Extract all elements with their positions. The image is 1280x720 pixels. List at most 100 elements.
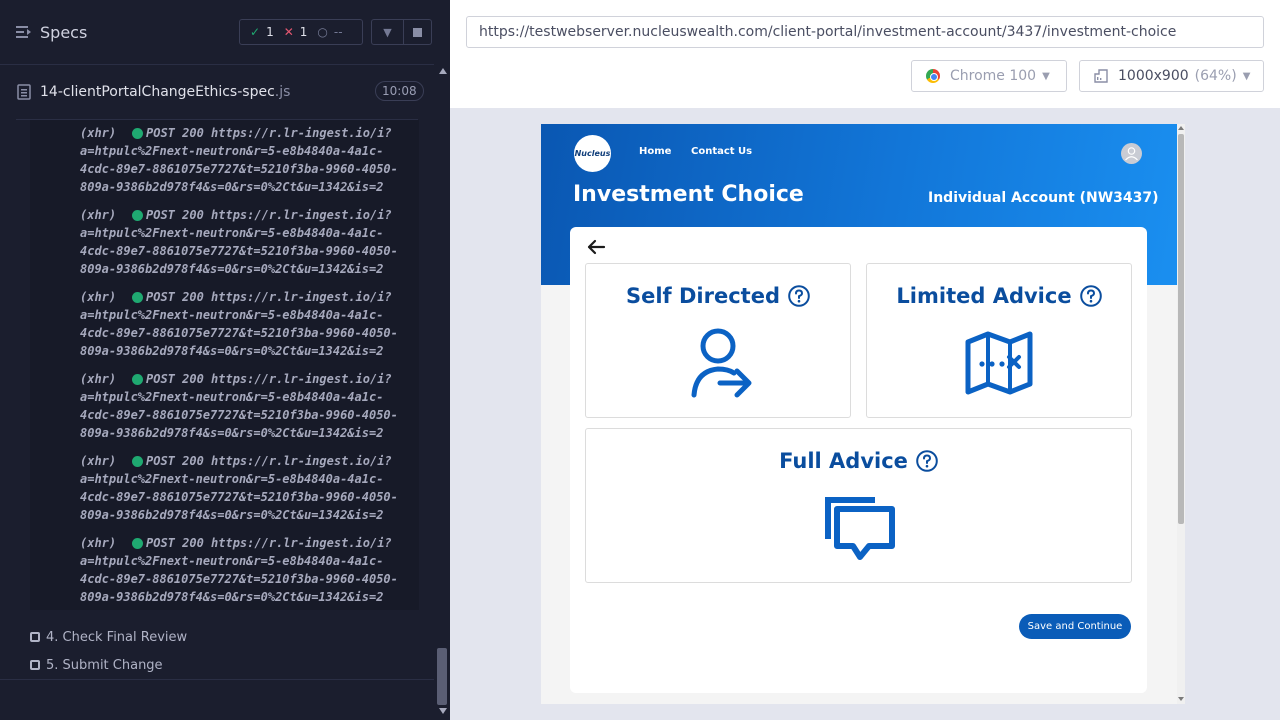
choice-card: Self Directed Limited Advice Full Advice… (570, 227, 1147, 693)
chevron-down-icon: ▼ (1242, 70, 1251, 82)
log-message: POST 200 https://r.lr-ingest.io/i? (146, 126, 392, 140)
account-name: Individual Account (NW3437) (928, 190, 1159, 206)
page-title: Investment Choice (573, 182, 804, 207)
log-message: POST 200 https://r.lr-ingest.io/i? (146, 372, 392, 386)
full-advice-option[interactable]: Full Advice (585, 428, 1132, 583)
log-message-line: a=htpulc%2Fnext-neutron&r=5-e8b4840a-4a1… (80, 226, 384, 240)
spec-file-extension: .js (274, 84, 291, 100)
step-checkbox-icon (30, 632, 40, 642)
command-log: (xhr) POST 200 https://r.lr-ingest.io/i?… (30, 120, 419, 610)
app-frame: Nucleus Home Contact Us Investment Choic… (541, 124, 1185, 704)
help-icon[interactable] (916, 450, 938, 472)
browser-selector[interactable]: Chrome 100 ▼ (911, 60, 1067, 92)
log-type: (xhr) (80, 208, 117, 222)
log-message-line: 809a-9386b2d978f4&s=0&rs=0%2Ct&u=1342&is… (80, 590, 384, 604)
url-bar[interactable]: https://testwebserver.nucleuswealth.com/… (466, 16, 1264, 48)
option-title: Self Directed (625, 284, 780, 308)
person-icon (1125, 147, 1138, 161)
chevron-down-icon: ▼ (1042, 70, 1050, 82)
viewport-selector[interactable]: 1000x900 (64%) ▼ (1079, 60, 1264, 92)
log-message-line: a=htpulc%2Fnext-neutron&r=5-e8b4840a-4a1… (80, 554, 384, 568)
help-icon[interactable] (1079, 285, 1102, 307)
log-message: POST 200 https://r.lr-ingest.io/i? (146, 208, 392, 222)
passed-count: ✓ 1 (250, 25, 274, 39)
status-dot (132, 210, 143, 221)
option-title: Limited Advice (896, 284, 1072, 308)
divider (0, 679, 434, 680)
person-arrow-icon (691, 328, 752, 398)
log-message: POST 200 https://r.lr-ingest.io/i? (146, 536, 392, 550)
user-avatar-icon[interactable] (1121, 143, 1142, 164)
treasure-map-icon (965, 331, 1033, 395)
log-message-line: a=htpulc%2Fnext-neutron&r=5-e8b4840a-4a1… (80, 308, 384, 322)
step-label: 5. Submit Change (46, 657, 163, 673)
log-type: (xhr) (80, 536, 117, 550)
option-title: Full Advice (779, 449, 908, 473)
log-message-line: 4cdc-89e7-8861075e7727&t=5210f3ba-9960-4… (80, 326, 398, 340)
log-message-line: a=htpulc%2Fnext-neutron&r=5-e8b4840a-4a1… (80, 472, 384, 486)
status-dot (132, 128, 143, 139)
scroll-up-arrow-icon[interactable] (1178, 126, 1184, 130)
log-message-line: 4cdc-89e7-8861075e7727&t=5210f3ba-9960-4… (80, 244, 398, 258)
spec-file-name: 14-clientPortalChangeEthics-spec (40, 84, 275, 100)
aut-header: https://testwebserver.nucleuswealth.com/… (450, 0, 1280, 108)
runner-scrollbar[interactable] (434, 64, 450, 720)
failed-count: ✕ 1 (283, 25, 308, 39)
log-message-line: 809a-9386b2d978f4&s=0&rs=0%2Ct&u=1342&is… (80, 344, 384, 358)
log-message-line: a=htpulc%2Fnext-neutron&r=5-e8b4840a-4a1… (80, 144, 384, 158)
expand-button[interactable]: ▼ (371, 19, 404, 45)
run-stats: ✓ 1 ✕ 1 ○ -- (239, 19, 363, 45)
log-message-line: 4cdc-89e7-8861075e7727&t=5210f3ba-9960-4… (80, 408, 398, 422)
test-runner-panel: Specs ✓ 1 ✕ 1 ○ -- ▼ 14-clientPortalChan… (0, 0, 450, 720)
scroll-down-arrow-icon[interactable] (439, 708, 447, 714)
stop-button[interactable] (404, 19, 432, 45)
status-dot (132, 292, 143, 303)
file-icon (17, 84, 31, 100)
log-message-line: 809a-9386b2d978f4&s=0&rs=0%2Ct&u=1342&is… (80, 508, 384, 522)
nav-home-link[interactable]: Home (639, 146, 671, 157)
back-arrow-icon[interactable] (586, 239, 606, 255)
spec-file-row[interactable]: 14-clientPortalChangeEthics-spec .js (0, 72, 434, 112)
limited-advice-option[interactable]: Limited Advice (866, 263, 1132, 418)
log-type: (xhr) (80, 372, 117, 386)
viewport-scale: (64%) (1194, 68, 1237, 84)
step-checkbox-icon (30, 660, 40, 670)
step-label: 4. Check Final Review (46, 629, 188, 645)
test-step[interactable]: 5. Submit Change (30, 655, 163, 675)
app-scrollbar-thumb[interactable] (1178, 134, 1184, 524)
specs-title: Specs (40, 22, 88, 42)
cross-icon: ✕ (283, 25, 294, 39)
log-message-line: 4cdc-89e7-8861075e7727&t=5210f3ba-9960-4… (80, 162, 398, 176)
test-step[interactable]: 4. Check Final Review (30, 627, 187, 647)
log-type: (xhr) (80, 290, 117, 304)
list-icon (16, 26, 31, 38)
save-and-continue-button[interactable]: Save and Continue (1019, 614, 1131, 639)
nav-contact-link[interactable]: Contact Us (691, 146, 752, 157)
browser-name: Chrome 100 (950, 68, 1037, 84)
scroll-down-arrow-icon[interactable] (1178, 697, 1184, 701)
log-message-line: 809a-9386b2d978f4&s=0&rs=0%2Ct&u=1342&is… (80, 426, 384, 440)
scroll-up-arrow-icon[interactable] (439, 68, 447, 74)
log-type: (xhr) (80, 454, 117, 468)
viewport-size: 1000x900 (1118, 68, 1189, 84)
help-icon[interactable] (788, 285, 810, 307)
spinner-icon: ○ (317, 25, 328, 39)
pending-count: ○ -- (317, 25, 343, 39)
status-dot (132, 374, 143, 385)
status-dot (132, 456, 143, 467)
self-directed-option[interactable]: Self Directed (585, 263, 851, 418)
log-message-line: 4cdc-89e7-8861075e7727&t=5210f3ba-9960-4… (80, 490, 398, 504)
check-icon: ✓ (250, 25, 261, 39)
chrome-icon (926, 69, 940, 83)
log-type: (xhr) (80, 126, 117, 140)
chevron-down-icon: ▼ (383, 25, 392, 39)
divider (0, 64, 450, 65)
log-message: POST 200 https://r.lr-ingest.io/i? (146, 290, 392, 304)
stop-icon (413, 27, 422, 37)
spec-duration-badge: 10:08 (375, 81, 424, 101)
log-message-line: a=htpulc%2Fnext-neutron&r=5-e8b4840a-4a1… (80, 390, 384, 404)
chat-bubbles-icon (825, 497, 895, 560)
nucleus-logo[interactable]: Nucleus (574, 135, 611, 172)
log-message: POST 200 https://r.lr-ingest.io/i? (146, 454, 392, 468)
scrollbar-thumb[interactable] (437, 648, 447, 705)
